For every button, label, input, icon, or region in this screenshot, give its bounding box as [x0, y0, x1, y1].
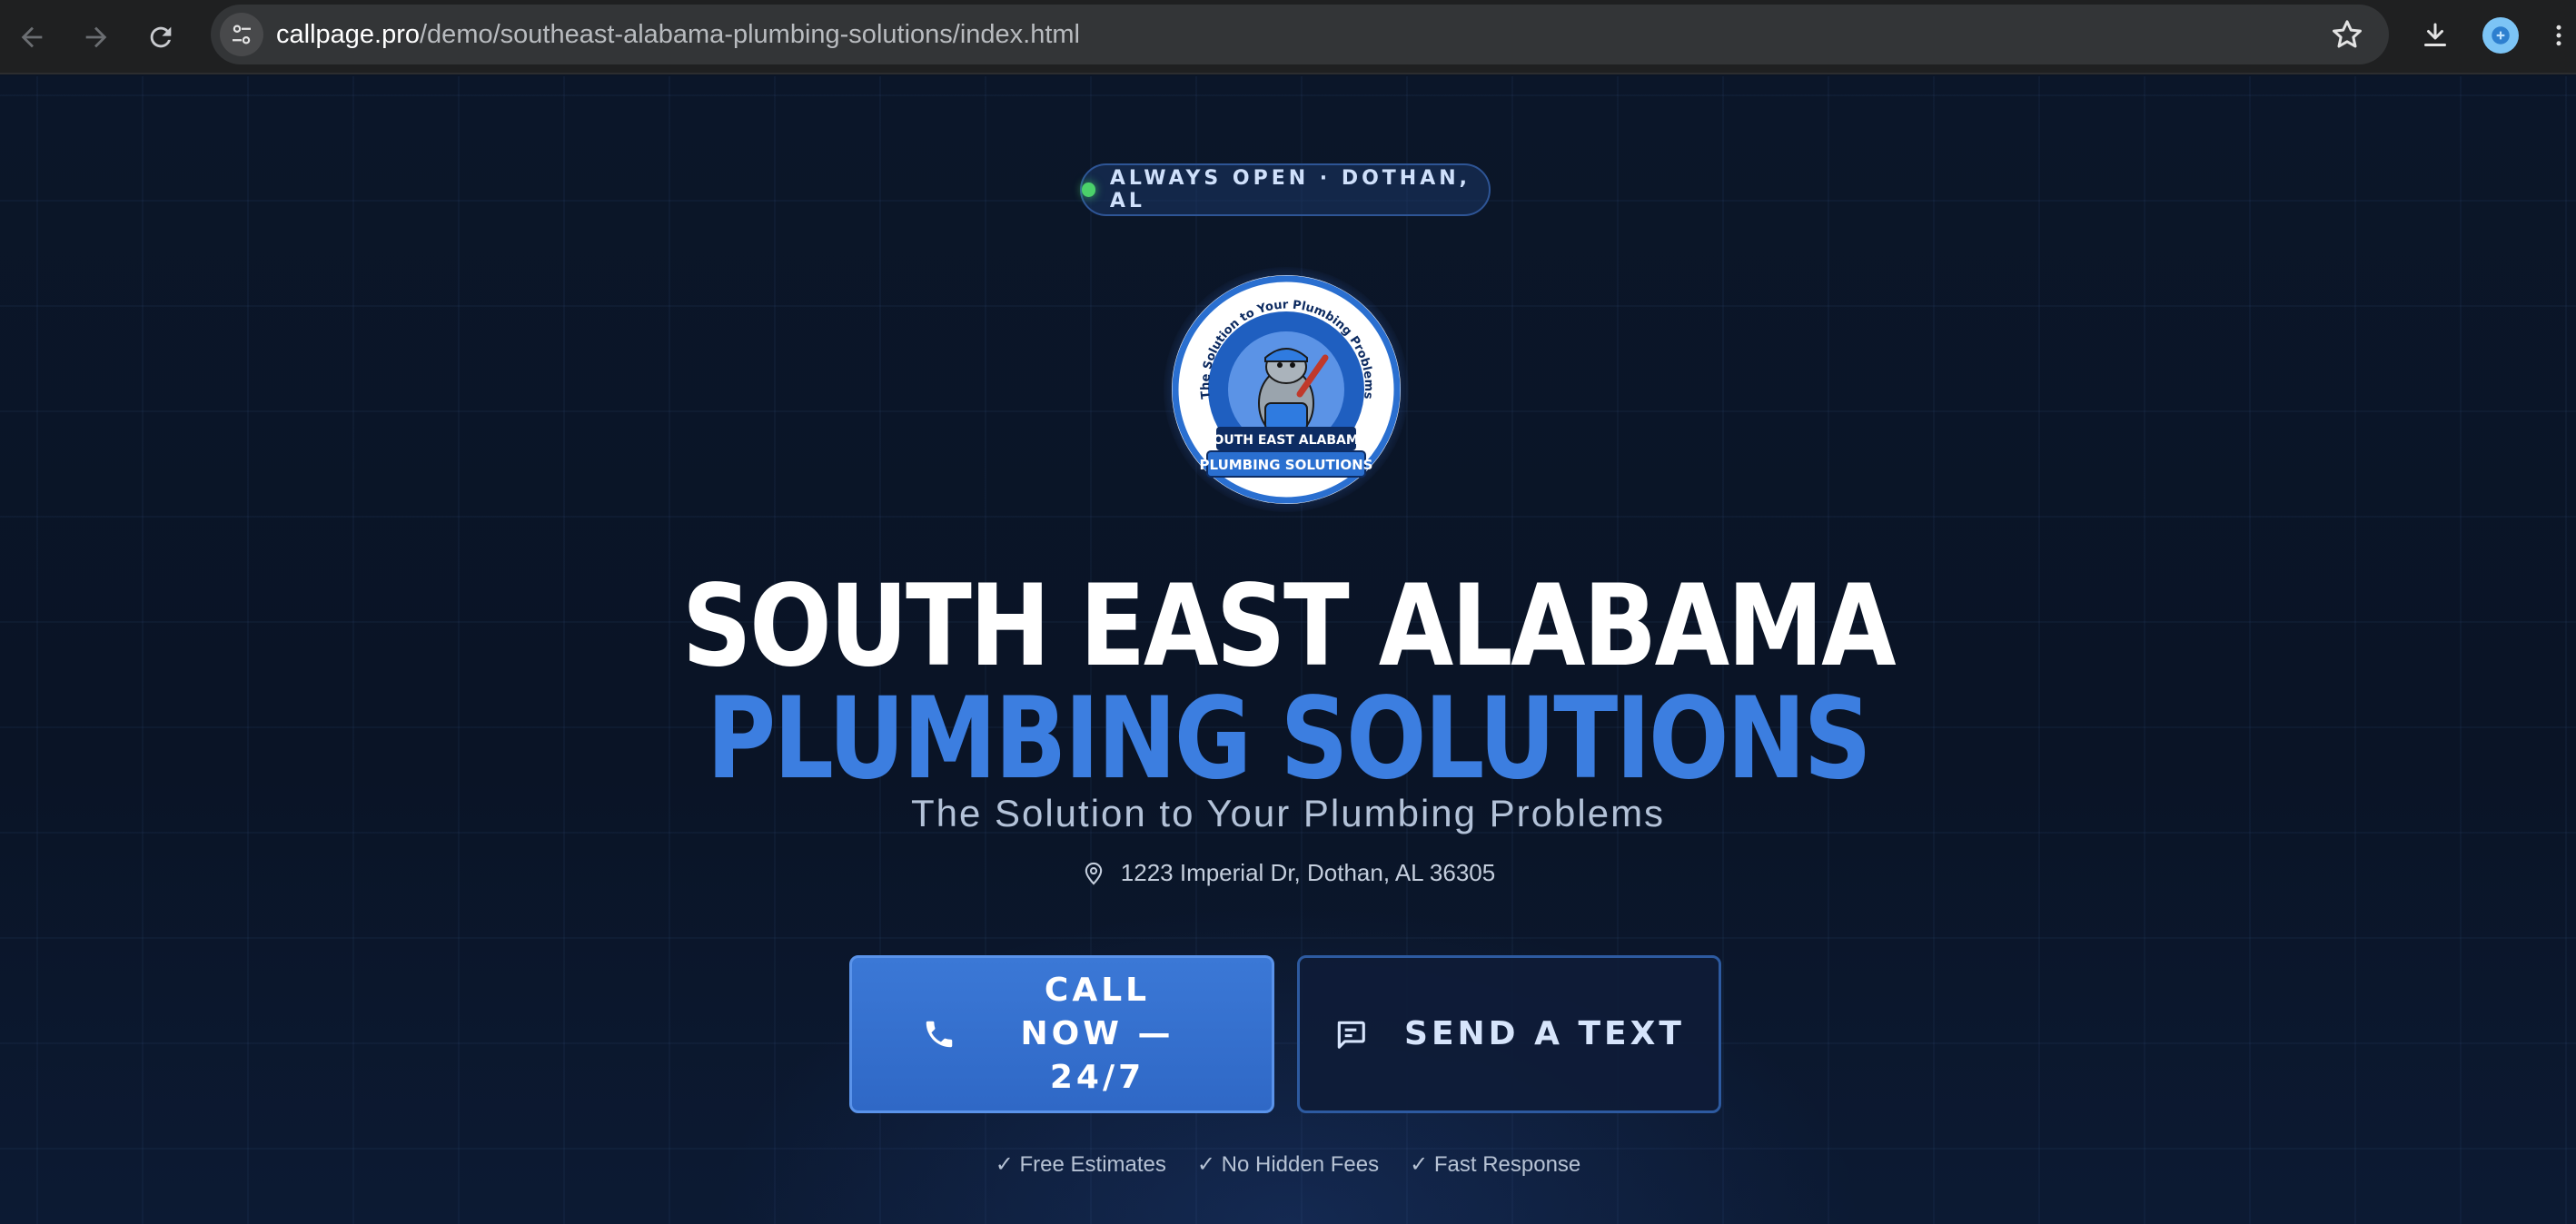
page-title-line1: SOUTH EAST ALABAMA	[681, 561, 1897, 692]
tagline: The Solution to Your Plumbing Problems	[910, 792, 1666, 834]
tune-icon	[233, 25, 251, 44]
address-text: 1223 Imperial Dr, Dothan, AL 36305	[1120, 859, 1496, 886]
bookmark-button[interactable]	[2329, 16, 2365, 53]
send-text-label: SEND A TEXT	[1404, 1015, 1685, 1052]
arrow-right-icon	[85, 26, 107, 48]
address: 1223 Imperial Dr, Dothan, AL 36305	[0, 859, 2576, 887]
reload-icon	[150, 26, 172, 48]
send-text-button[interactable]: SEND A TEXT	[1297, 955, 1721, 1113]
map-pin-icon	[1085, 862, 1102, 885]
badge-text: ALWAYS OPEN · DOTHAN, AL	[1109, 167, 1471, 212]
url-text: callpage.pro/demo/southeast-alabama-plum…	[276, 5, 1080, 64]
reload-button[interactable]	[138, 15, 183, 60]
logo-line1: SOUTH EAST ALABAMA	[1204, 433, 1368, 448]
profile-icon	[2482, 17, 2519, 54]
perk-item: ✓ No Hidden Fees	[1196, 1152, 1380, 1177]
perks-list: ✓ Free Estimates ✓ No Hidden Fees ✓ Fast…	[0, 1151, 2576, 1178]
arrow-left-icon	[21, 26, 43, 48]
star-icon	[2333, 20, 2362, 48]
status-badge: ALWAYS OPEN · DOTHAN, AL	[1080, 163, 1491, 216]
call-now-button[interactable]: CALL NOW — 24/7	[849, 955, 1274, 1113]
forward-button[interactable]	[74, 15, 119, 60]
url-host: callpage.pro	[276, 20, 420, 49]
perk-item: ✓ Fast Response	[1410, 1152, 1581, 1177]
site-info-button[interactable]	[220, 13, 263, 56]
download-icon	[2424, 23, 2446, 46]
page-title-line2: PLUMBING SOLUTIONS	[706, 674, 1872, 804]
chat-bubble-icon	[1337, 1021, 1365, 1049]
company-logo: The Solution to Your Plumbing Problems S…	[1164, 267, 1409, 512]
back-button[interactable]	[9, 15, 54, 60]
browser-menu-button[interactable]	[2541, 13, 2576, 58]
logo-line2: PLUMBING SOLUTIONS	[1200, 457, 1373, 473]
perk-item: ✓ Free Estimates	[995, 1152, 1166, 1177]
kebab-menu-icon	[2556, 25, 2561, 46]
address-bar[interactable]: callpage.pro/demo/southeast-alabama-plum…	[211, 5, 2389, 64]
profile-button[interactable]	[2478, 13, 2523, 58]
browser-toolbar: callpage.pro/demo/southeast-alabama-plum…	[0, 0, 2576, 74]
url-path: /demo/southeast-alabama-plumbing-solutio…	[420, 20, 1080, 49]
landing-page: ALWAYS OPEN · DOTHAN, AL The Solution to…	[0, 76, 2576, 1224]
download-button[interactable]	[2413, 13, 2458, 58]
open-status-dot	[1082, 183, 1095, 197]
phone-icon	[926, 1021, 953, 1048]
call-now-label: CALL NOW — 24/7	[1020, 972, 1174, 1096]
